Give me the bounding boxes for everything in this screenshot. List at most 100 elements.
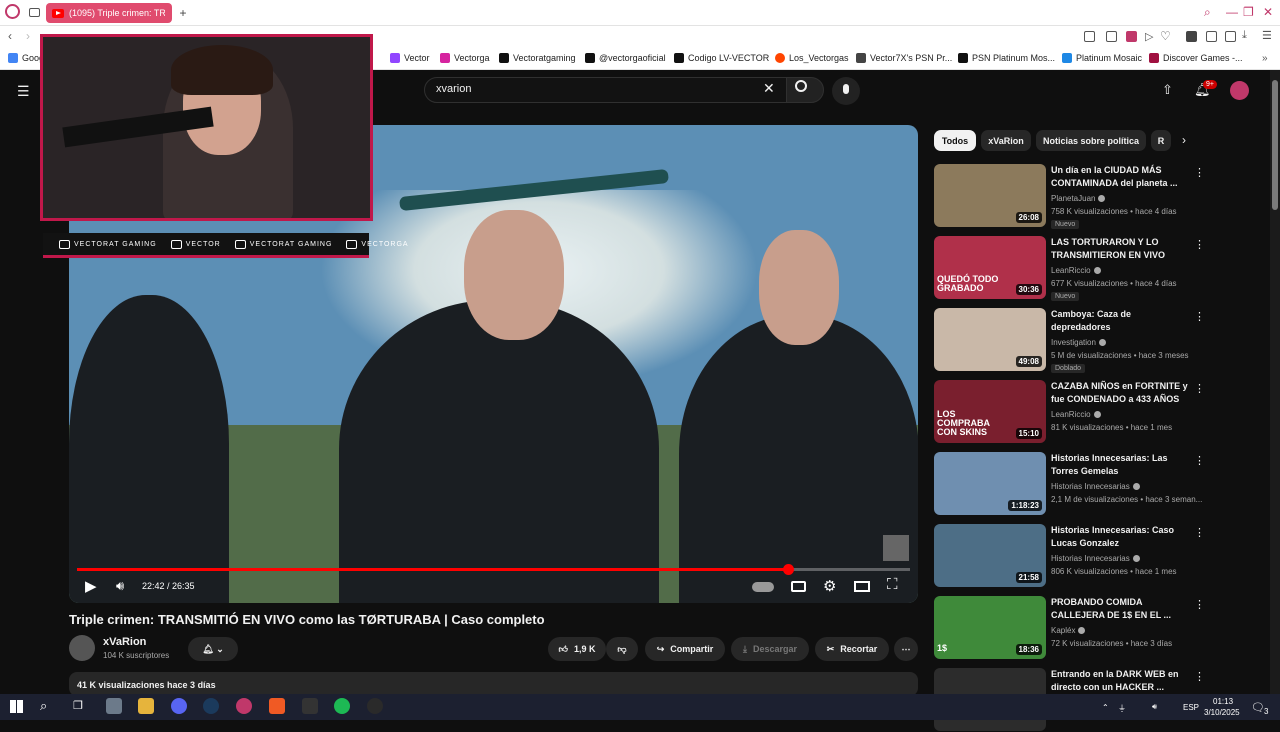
tray-time[interactable]: 01:13 <box>1213 697 1233 706</box>
fullscreen-icon[interactable]: ⛶ <box>887 576 898 593</box>
tab-islands-icon[interactable] <box>29 8 40 17</box>
obs-icon[interactable] <box>367 698 383 714</box>
browser-tab-active[interactable]: (1095) Triple crimen: TRA <box>46 3 172 23</box>
folder-icon[interactable] <box>138 698 154 714</box>
more-options-icon[interactable]: ⋮ <box>1194 598 1205 611</box>
close-window-button[interactable]: ✕ <box>1263 5 1273 19</box>
more-options-icon[interactable]: ⋮ <box>1194 454 1205 467</box>
recommendation-title[interactable]: Un día en la CIUDAD MÁS CONTAMINADA del … <box>1051 164 1191 190</box>
channel-name[interactable]: xVaRion <box>103 636 146 648</box>
recommendation-thumbnail[interactable]: 21:58 <box>934 524 1046 587</box>
bookmark-item[interactable]: Codigo LV-VECTOR <box>674 53 769 63</box>
recommendation-channel[interactable]: LeanRiccio <box>1051 266 1101 275</box>
chip-news[interactable]: Noticias sobre política <box>1036 130 1146 151</box>
recommendation-title[interactable]: PROBANDO COMIDA CALLEJERA DE 1$ EN EL ..… <box>1051 596 1191 622</box>
channel-avatar[interactable] <box>69 635 95 661</box>
opera-logo-icon[interactable] <box>5 4 20 19</box>
more-bookmarks-icon[interactable]: » <box>1262 53 1268 64</box>
discord-icon[interactable] <box>171 698 187 714</box>
more-options-icon[interactable]: ⋮ <box>1194 670 1205 683</box>
search-input[interactable] <box>424 77 788 103</box>
search-tabs-icon[interactable]: ⌕ <box>1204 5 1211 20</box>
explorer-icon[interactable] <box>106 698 122 714</box>
download-icon[interactable]: ⤓ <box>1242 29 1247 42</box>
easy-setup-icon[interactable] <box>1225 31 1236 42</box>
more-options-icon[interactable]: ⋮ <box>1194 166 1205 179</box>
spotify-icon[interactable] <box>334 698 350 714</box>
player-icon[interactable]: ▷ <box>1145 30 1153 43</box>
settings-gear-icon[interactable] <box>1186 31 1197 42</box>
heart-icon[interactable]: ♡ <box>1160 29 1171 43</box>
recommendation-item[interactable]: 1:18:23 Historias Innecesarias: Las Torre… <box>934 452 1205 516</box>
back-button[interactable]: ‹ <box>8 29 12 43</box>
chip-todos[interactable]: Todos <box>934 130 976 151</box>
more-options-icon[interactable]: ⋮ <box>1194 238 1205 251</box>
pocket-icon[interactable] <box>1126 31 1137 42</box>
extension-icon[interactable] <box>1106 31 1117 42</box>
subtitles-icon[interactable] <box>791 581 806 592</box>
more-options-icon[interactable]: ⋮ <box>1194 382 1205 395</box>
recommendation-title[interactable]: Camboya: Caza de depredadores <box>1051 308 1191 334</box>
avatar[interactable] <box>1230 81 1249 100</box>
puzzle-icon[interactable] <box>1206 31 1217 42</box>
scrollbar-thumb[interactable] <box>1272 80 1278 210</box>
bookmark-item[interactable]: Vector7X's PSN Pr... <box>856 53 952 63</box>
recommendation-channel[interactable]: Historias Innecesarias <box>1051 554 1140 563</box>
recommendation-channel[interactable]: Investigation <box>1051 338 1106 347</box>
bookmark-google[interactable]: Goog <box>8 53 44 63</box>
tray-language[interactable]: ESP <box>1183 703 1199 712</box>
dislike-button[interactable]: 👎︎ <box>606 637 638 661</box>
recommendation-thumbnail[interactable]: LOS COMPRABA CON SKINS 15:10 <box>934 380 1046 443</box>
bookmark-item[interactable]: Platinum Mosaic <box>1062 53 1142 63</box>
recommendation-channel[interactable]: LeanRiccio <box>1051 410 1101 419</box>
chips-next-icon[interactable]: › <box>1182 133 1186 147</box>
download-button[interactable]: ⤓ Descargar <box>731 637 809 661</box>
recommendation-channel[interactable]: PlanetaJuan <box>1051 194 1106 203</box>
bookmark-item[interactable]: Vectorga <box>440 53 490 63</box>
more-options-icon[interactable]: ⋮ <box>1194 526 1205 539</box>
more-options-icon[interactable]: ⋮ <box>1194 310 1205 323</box>
tray-network-icon[interactable]: ⏚ <box>1118 703 1126 714</box>
search-taskbar-icon[interactable]: ⌕ <box>40 698 47 714</box>
recommendation-title[interactable]: Historias Innecesarias: Las Torres Gemel… <box>1051 452 1191 478</box>
minimize-button[interactable]: — <box>1226 5 1238 19</box>
recommendation-item[interactable]: LOS COMPRABA CON SKINS 15:10 CAZABA NIÑOS … <box>934 380 1205 444</box>
tray-date[interactable]: 3/10/2025 <box>1204 708 1240 717</box>
recommendation-title[interactable]: Entrando en la DARK WEB en directo con u… <box>1051 668 1191 694</box>
bookmark-item[interactable]: Vector <box>390 53 430 63</box>
play-icon[interactable]: ▶ <box>85 577 97 595</box>
forward-button[interactable]: › <box>26 29 30 43</box>
recommendation-item[interactable]: 21:58 Historias Innecesarias: Caso Lucas … <box>934 524 1205 588</box>
recommendation-item[interactable]: 26:08 Un día en la CIUDAD MÁS CONTAMINADA… <box>934 164 1205 229</box>
screenshot-icon[interactable] <box>1084 31 1095 42</box>
bookmark-item[interactable]: @vectorgaoficial <box>585 53 666 63</box>
recommendation-thumbnail[interactable]: 1:18:23 <box>934 452 1046 515</box>
brave-icon[interactable] <box>269 698 285 714</box>
bookmark-item[interactable]: PSN Platinum Mos... <box>958 53 1055 63</box>
recommendation-title[interactable]: Historias Innecesarias: Caso Lucas Gonza… <box>1051 524 1191 550</box>
progress-bar[interactable] <box>77 564 910 575</box>
share-button[interactable]: ↪ Compartir <box>645 637 725 661</box>
tray-volume-icon[interactable]: 🔊︎ <box>1152 702 1157 712</box>
recommendation-channel[interactable]: Historias Innecesarias <box>1051 482 1140 491</box>
autoplay-toggle[interactable] <box>752 582 774 592</box>
epic-icon[interactable] <box>302 698 318 714</box>
recommendation-thumbnail[interactable]: QUEDÓ TODO GRABADO 30:36 <box>934 236 1046 299</box>
recommendation-thumbnail[interactable]: 26:08 <box>934 164 1046 227</box>
task-view-icon[interactable]: ❐ <box>73 699 83 712</box>
menu-icon[interactable]: ☰ <box>1262 29 1272 42</box>
more-actions-button[interactable]: ⋯ <box>894 637 918 661</box>
recommendation-item[interactable]: QUEDÓ TODO GRABADO 30:36 LAS TORTURARON Y … <box>934 236 1205 301</box>
steam-icon[interactable] <box>203 698 219 714</box>
clear-search-icon[interactable]: ✕ <box>763 80 775 97</box>
settings-icon[interactable]: ⚙ <box>823 577 836 595</box>
maximize-button[interactable]: ❐ <box>1243 5 1254 19</box>
chip-more[interactable]: R <box>1151 130 1171 151</box>
bookmark-item[interactable]: Los_Vectorgas <box>775 53 849 63</box>
theater-mode-icon[interactable] <box>854 581 870 592</box>
search-query[interactable]: xvarion <box>436 83 471 95</box>
volume-icon[interactable]: 🔊︎ <box>116 578 124 594</box>
recommendation-thumbnail[interactable]: 49:08 <box>934 308 1046 371</box>
chip-channel[interactable]: xVaRion <box>981 130 1031 151</box>
hamburger-menu-icon[interactable]: ☰ <box>17 83 30 100</box>
